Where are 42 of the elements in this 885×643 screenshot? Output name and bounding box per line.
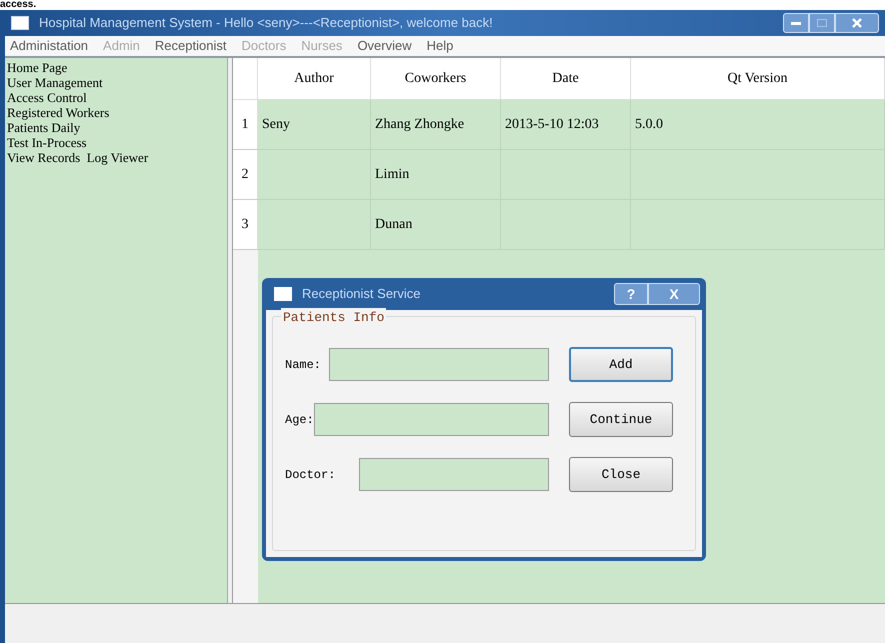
- menu-item[interactable]: Receptionist: [154, 36, 226, 56]
- table-cell: Seny: [258, 100, 371, 149]
- sidebar-item[interactable]: Registered Workers: [7, 105, 227, 120]
- sidebar-item[interactable]: Access Control: [7, 90, 227, 105]
- table-cell: Zhang Zhongke: [371, 100, 501, 149]
- row-number: 2: [233, 150, 258, 199]
- menu-item[interactable]: Overview: [357, 36, 412, 56]
- input-field[interactable]: [359, 458, 549, 491]
- dialog-button[interactable]: Add: [569, 347, 673, 382]
- sidebar-item[interactable]: Home Page: [7, 60, 227, 75]
- input-field[interactable]: [329, 348, 549, 381]
- dialog-button[interactable]: Continue: [569, 402, 673, 437]
- field-label: Doctor:: [285, 466, 336, 484]
- window-title: Hospital Management System - Hello <seny>---<Receptionist>, welcome back!: [39, 14, 493, 32]
- menu-item[interactable]: Help: [426, 36, 454, 56]
- dialog-icon: [274, 287, 292, 301]
- column-header[interactable]: Author: [258, 58, 371, 99]
- sidebar-item[interactable]: User Management: [7, 75, 227, 90]
- sidebar-item[interactable]: Patients Daily: [7, 120, 227, 135]
- dialog-title: Receptionist Service: [302, 285, 420, 304]
- table-cell: 2013-5-10 12:03: [501, 100, 631, 149]
- minimize-button[interactable]: [783, 13, 809, 33]
- window-icon: [11, 16, 29, 30]
- input-field[interactable]: [314, 403, 549, 436]
- close-icon: [852, 18, 862, 28]
- field-label: Name:: [285, 356, 322, 374]
- table-cell: 5.0.0: [631, 100, 885, 149]
- close-button[interactable]: [835, 13, 879, 33]
- row-number: 1: [233, 100, 258, 149]
- column-header[interactable]: Date: [501, 58, 631, 99]
- table-cell: Dunan: [371, 200, 501, 249]
- sidebar-item[interactable]: Test In-Process: [7, 135, 227, 150]
- dialog-button[interactable]: Close: [569, 457, 673, 492]
- page-caption: access.: [0, 0, 36, 10]
- maximize-button[interactable]: [809, 13, 835, 33]
- field-label: Age:: [285, 412, 314, 428]
- menu-item[interactable]: Administation: [10, 36, 88, 56]
- column-header[interactable]: Qt Version: [631, 58, 885, 99]
- sidebar-item[interactable]: View Records Log Viewer: [7, 150, 227, 165]
- table-cell: Limin: [371, 150, 501, 199]
- column-header[interactable]: Coworkers: [371, 58, 501, 99]
- row-number: 3: [233, 200, 258, 249]
